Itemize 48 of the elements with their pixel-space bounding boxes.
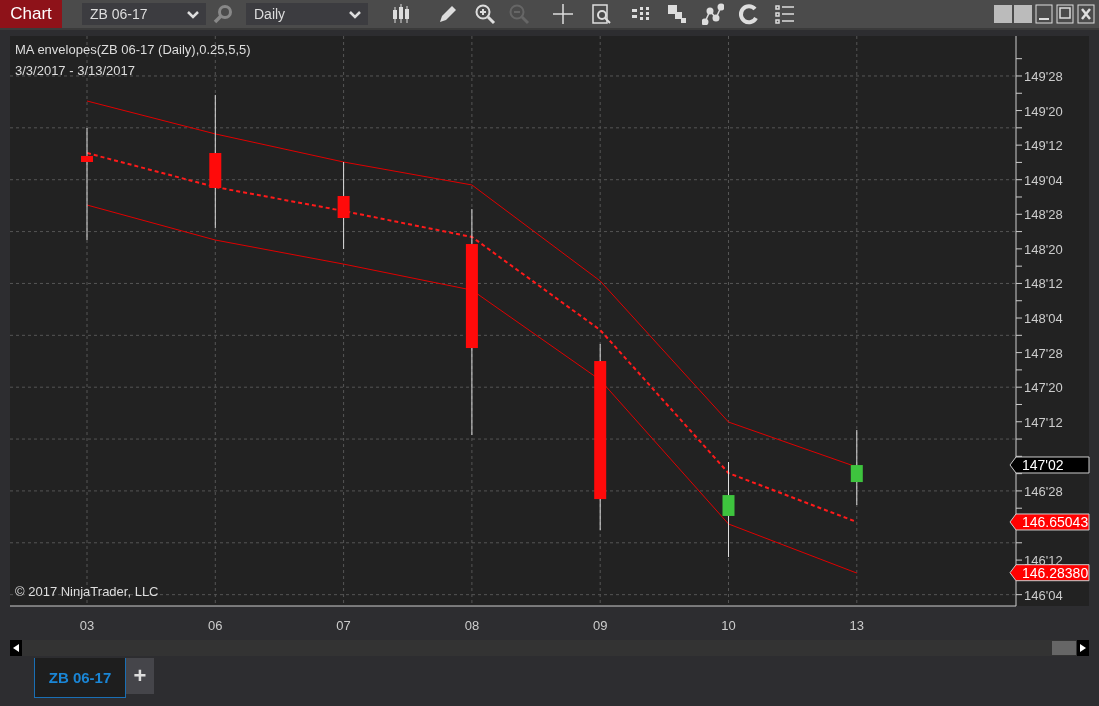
price-marker: 147'02	[1009, 456, 1090, 474]
date-label: 08	[464, 618, 480, 633]
date-label: 06	[208, 618, 223, 633]
scroll-thumb[interactable]	[1052, 641, 1076, 655]
price-marker: 146.65043	[1009, 513, 1090, 531]
price-label: 149'20	[1024, 103, 1063, 119]
date-label: 13	[849, 618, 865, 633]
zoom-in-icon[interactable]	[474, 3, 496, 25]
scroll-right-button[interactable]	[1077, 640, 1089, 656]
price-label: 147'28	[1024, 345, 1063, 361]
price-label: 149'28	[1024, 68, 1063, 84]
date-label: 10	[721, 618, 736, 633]
price-label: 149'12	[1024, 138, 1063, 154]
refresh-icon[interactable]	[738, 3, 760, 25]
maximize-icon[interactable]	[1056, 3, 1074, 25]
date-label: 07	[336, 618, 351, 633]
price-marker: 146.28380	[1009, 564, 1090, 582]
price-label: 147'12	[1024, 414, 1063, 430]
list-icon[interactable]	[774, 3, 796, 25]
caret-icon	[186, 8, 200, 20]
date-label: 03	[79, 618, 95, 633]
price-label: 147'20	[1024, 380, 1063, 396]
price-label: 148'20	[1024, 241, 1063, 257]
candlestick-icon[interactable]	[390, 3, 412, 25]
indicator-label: MA envelopes(ZB 06-17 (Daily),0.25,5,5)	[15, 42, 251, 57]
minimize-icon[interactable]	[1035, 3, 1053, 25]
data-box-icon[interactable]	[590, 3, 612, 25]
crosshair-icon[interactable]	[552, 3, 574, 25]
add-tab-button[interactable]: +	[126, 658, 154, 694]
chart-title[interactable]: Chart	[0, 0, 62, 28]
price-label: 149'04	[1024, 172, 1063, 188]
price-label: 148'12	[1024, 276, 1063, 292]
close-icon[interactable]	[1077, 3, 1095, 25]
caret-icon	[348, 8, 362, 20]
copyright-text: © 2017 NinjaTrader, LLC	[15, 584, 159, 599]
interval-dropdown[interactable]: Daily	[246, 3, 368, 25]
price-label: 146'04	[1024, 587, 1063, 603]
date-range: 3/3/2017 - 3/13/2017	[15, 63, 135, 78]
stacked-squares-icon[interactable]	[666, 3, 688, 25]
price-label: 146'28	[1024, 483, 1063, 499]
chart-tab[interactable]: ZB 06-17	[34, 658, 126, 698]
date-label: 09	[592, 618, 608, 633]
line-nodes-icon[interactable]	[702, 3, 724, 25]
search-icon[interactable]	[212, 3, 234, 25]
price-label: 148'28	[1024, 207, 1063, 223]
instrument-dropdown[interactable]: ZB 06-17	[82, 3, 206, 25]
scroll-left-button[interactable]	[10, 640, 22, 656]
price-label: 148'04	[1024, 311, 1063, 327]
